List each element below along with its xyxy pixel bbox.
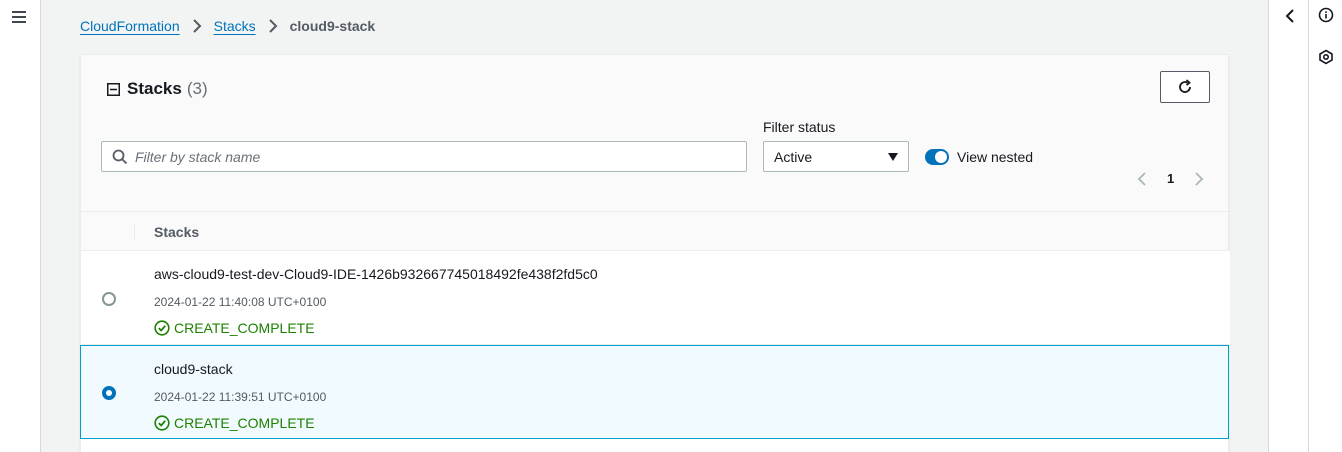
refresh-button[interactable] bbox=[1160, 71, 1210, 103]
chevron-right-icon bbox=[268, 19, 278, 33]
row-radio-button[interactable] bbox=[102, 292, 116, 306]
stacks-panel: Stacks (3) Filter status Active View nes… bbox=[80, 54, 1230, 452]
view-nested-control: View nested bbox=[925, 149, 1033, 165]
breadcrumb-link-stacks[interactable]: Stacks bbox=[214, 18, 256, 34]
stack-name: cloud9-stack bbox=[154, 361, 233, 377]
search-icon bbox=[112, 149, 128, 164]
view-nested-label: View nested bbox=[957, 149, 1034, 165]
tools-rail bbox=[1308, 0, 1342, 452]
stack-created-time: 2024-01-22 11:40:08 UTC+0100 bbox=[154, 295, 327, 309]
previous-page-icon[interactable] bbox=[1137, 171, 1147, 186]
stack-status: CREATE_COMPLETE bbox=[154, 320, 315, 336]
table-header bbox=[81, 212, 1228, 251]
chevron-right-icon bbox=[192, 19, 202, 33]
check-circle-icon bbox=[154, 415, 170, 431]
stack-status-text: CREATE_COMPLETE bbox=[174, 415, 315, 431]
next-page-icon[interactable] bbox=[1194, 171, 1204, 186]
breadcrumb-link-cloudformation[interactable]: CloudFormation bbox=[80, 18, 180, 34]
filter-status-value: Active bbox=[774, 148, 813, 165]
row-radio-button[interactable] bbox=[102, 386, 116, 400]
info-icon[interactable] bbox=[1318, 7, 1334, 23]
pagination: 1 bbox=[1137, 171, 1204, 186]
caret-down-icon bbox=[888, 152, 898, 161]
shield-hexagon-icon[interactable] bbox=[1318, 49, 1334, 65]
filter-status-select[interactable]: Active bbox=[763, 141, 909, 172]
column-header-stacks[interactable]: Stacks bbox=[154, 224, 199, 240]
panel-title: Stacks bbox=[127, 79, 182, 98]
stack-name: aws-cloud9-test-dev-Cloud9-IDE-1426b9326… bbox=[154, 266, 598, 282]
refresh-icon bbox=[1179, 79, 1191, 93]
breadcrumb-current: cloud9-stack bbox=[289, 18, 376, 34]
check-circle-icon bbox=[154, 320, 170, 336]
left-navigation-rail bbox=[0, 0, 41, 452]
stack-status: CREATE_COMPLETE bbox=[154, 415, 315, 431]
collapse-panel-icon[interactable] bbox=[107, 82, 120, 96]
panel-header: Stacks (3) Filter status Active View nes… bbox=[81, 55, 1228, 212]
stack-search-field[interactable] bbox=[101, 141, 747, 172]
filter-status-label: Filter status bbox=[763, 119, 836, 135]
breadcrumb: CloudFormation Stacks cloud9-stack bbox=[80, 18, 375, 34]
column-divider bbox=[134, 223, 135, 240]
search-input[interactable] bbox=[135, 148, 725, 165]
tools-panel-toggle-area bbox=[1268, 0, 1308, 452]
panel-title-row: Stacks (3) bbox=[107, 79, 208, 99]
chevron-left-icon[interactable] bbox=[1282, 8, 1298, 24]
stack-count: (3) bbox=[186, 79, 208, 98]
page-number[interactable]: 1 bbox=[1167, 171, 1174, 186]
stack-status-text: CREATE_COMPLETE bbox=[174, 320, 315, 336]
stack-created-time: 2024-01-22 11:39:51 UTC+0100 bbox=[154, 390, 327, 404]
view-nested-toggle[interactable] bbox=[925, 149, 949, 165]
hamburger-menu-icon[interactable] bbox=[12, 10, 26, 24]
table-row[interactable]: aws-cloud9-test-dev-Cloud9-IDE-1426b9326… bbox=[81, 251, 1230, 345]
table-row[interactable]: cloud9-stack 2024-01-22 11:39:51 UTC+010… bbox=[80, 345, 1229, 439]
